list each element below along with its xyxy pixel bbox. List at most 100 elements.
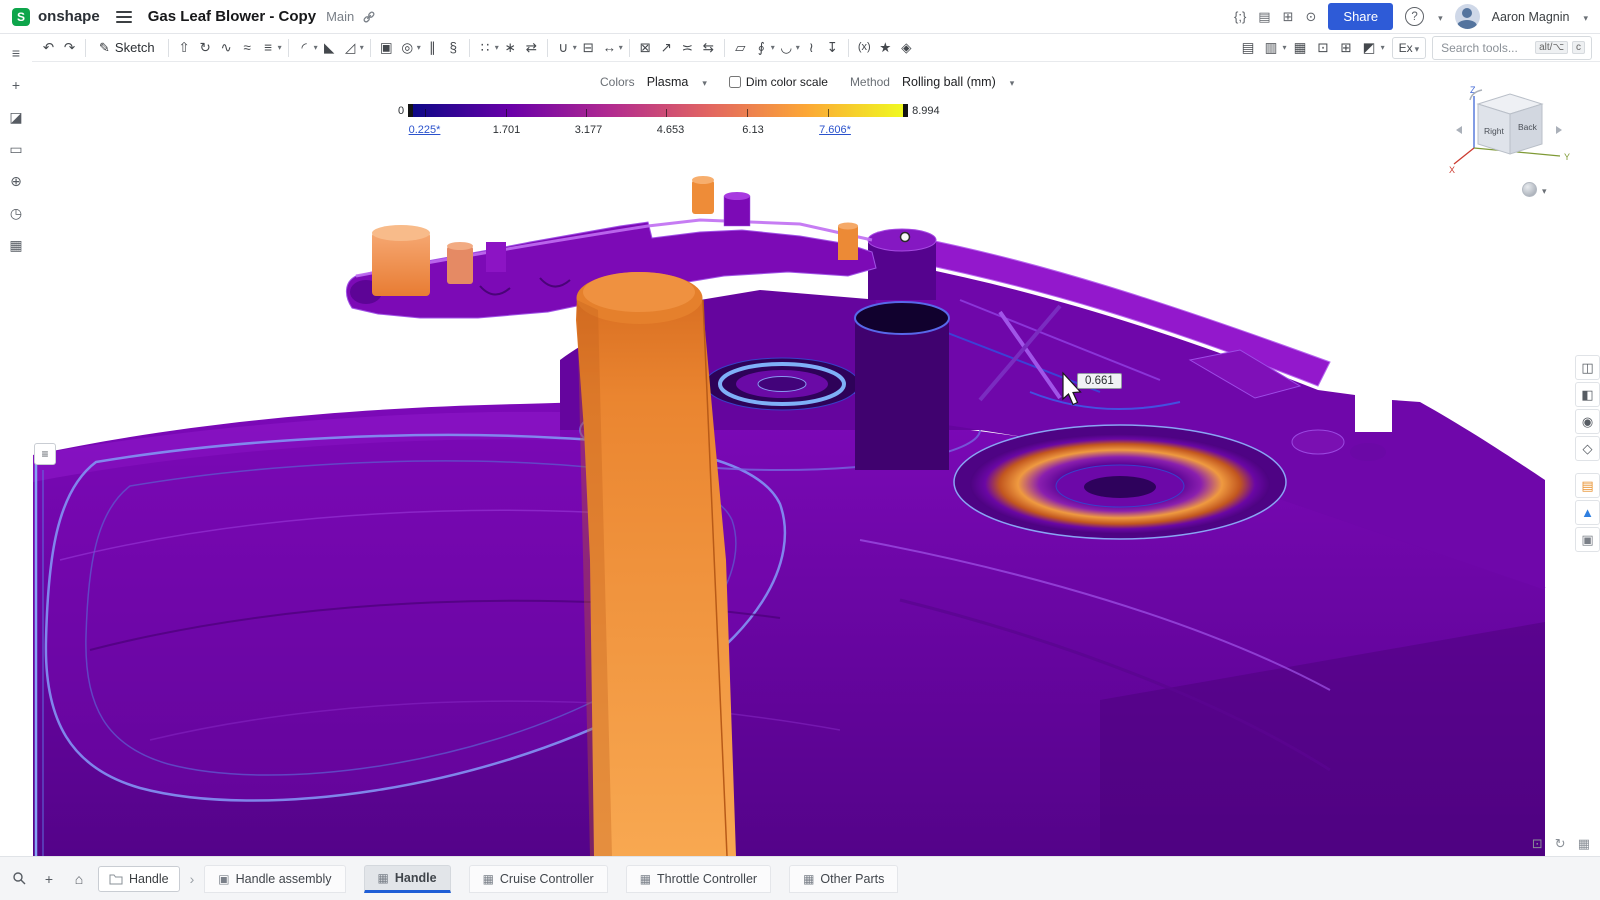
- bom-icon[interactable]: ▦: [1290, 36, 1311, 59]
- delete-part-icon[interactable]: ⊠: [635, 36, 656, 59]
- share-button[interactable]: Share: [1328, 3, 1393, 30]
- replace-face-icon[interactable]: ⇆: [698, 36, 719, 59]
- comments-icon[interactable]: ▭: [5, 139, 27, 159]
- tab-throttle-controller[interactable]: ▦ Throttle Controller: [626, 865, 771, 893]
- split-icon[interactable]: ⊟: [578, 36, 599, 59]
- home-tab-icon[interactable]: ⌂: [68, 868, 90, 890]
- legend-lower-bound-link[interactable]: 0.225*: [409, 124, 441, 136]
- isolate-icon[interactable]: ◉: [1575, 409, 1600, 434]
- measure-icon[interactable]: ◇: [1575, 436, 1600, 461]
- onshape-logo-icon[interactable]: S: [12, 8, 30, 26]
- fillet-icon[interactable]: ◜: [294, 36, 315, 59]
- curvature-analysis-icon[interactable]: ▣: [1575, 527, 1600, 552]
- intersection-curve-icon[interactable]: ≀: [801, 36, 822, 59]
- dropdown-caret-icon[interactable]: [1381, 43, 1385, 52]
- linear-pattern-icon[interactable]: ∷: [475, 36, 496, 59]
- view-cube[interactable]: Z X Y Right Back: [1448, 82, 1588, 185]
- sweep-icon[interactable]: ∿: [216, 36, 237, 59]
- dropdown-caret-icon[interactable]: [796, 43, 800, 52]
- loft-icon[interactable]: ≈: [237, 36, 258, 59]
- draft-analysis-icon[interactable]: ▲: [1575, 500, 1600, 525]
- transform-icon[interactable]: ↔: [599, 36, 620, 59]
- redo-icon[interactable]: ↷: [59, 36, 80, 59]
- spline-icon[interactable]: ◡: [776, 36, 797, 59]
- folder-chip[interactable]: Handle: [98, 866, 180, 892]
- model-3d-scene[interactable]: [32, 62, 1600, 856]
- dropdown-caret-icon[interactable]: [619, 43, 623, 52]
- frame-icon[interactable]: ▥: [1261, 36, 1282, 59]
- boolean-icon[interactable]: ∪: [553, 36, 574, 59]
- section-view-icon[interactable]: ◧: [1575, 382, 1600, 407]
- app-store-icon[interactable]: ⊞: [1283, 10, 1294, 23]
- tab-handle-assembly[interactable]: ▣ Handle assembly: [204, 865, 345, 893]
- add-feature-icon[interactable]: +: [5, 75, 27, 95]
- help-caret-icon[interactable]: [1436, 9, 1443, 24]
- rotate-left-arrow-icon[interactable]: [1456, 126, 1462, 134]
- sync-status-icon[interactable]: ↻: [1555, 836, 1566, 852]
- extrude-icon[interactable]: ⇧: [174, 36, 195, 59]
- revolve-icon[interactable]: ↻: [195, 36, 216, 59]
- variable-icon[interactable]: (x): [854, 36, 875, 59]
- sketch-button[interactable]: ✎ Sketch: [91, 36, 163, 60]
- dropdown-caret-icon[interactable]: [495, 43, 499, 52]
- tab-cruise-controller[interactable]: ▦ Cruise Controller: [469, 865, 608, 893]
- thicken-icon[interactable]: ≡: [258, 36, 279, 59]
- search-tools-box[interactable]: alt/⌥ c: [1432, 36, 1592, 60]
- custom-feature-icon[interactable]: ★: [875, 36, 896, 59]
- undo-icon[interactable]: ↶: [38, 36, 59, 59]
- named-views-icon[interactable]: ⊡: [1313, 36, 1334, 59]
- dropdown-caret-icon[interactable]: [278, 43, 282, 52]
- legend-upper-bound-link[interactable]: 7.606*: [819, 124, 851, 136]
- graphics-viewport[interactable]: Colors Plasma Dim color scale Method Rol…: [32, 62, 1600, 856]
- feature-list-flyout-button[interactable]: ≡: [34, 443, 56, 465]
- rotate-right-arrow-icon[interactable]: [1556, 126, 1562, 134]
- chamfer-icon[interactable]: ◣: [319, 36, 340, 59]
- color-scale-bar[interactable]: [408, 104, 908, 117]
- dropdown-caret-icon[interactable]: [360, 43, 364, 52]
- offset-surface-icon[interactable]: ≍: [677, 36, 698, 59]
- dropdown-caret-icon[interactable]: [1283, 43, 1287, 52]
- view-options-icon[interactable]: ◫: [1575, 355, 1600, 380]
- dropdown-caret-icon[interactable]: [771, 43, 775, 52]
- draft-icon[interactable]: ◿: [340, 36, 361, 59]
- dropdown-caret-icon[interactable]: [314, 43, 318, 52]
- analysis-layers-icon[interactable]: ▤: [1575, 473, 1600, 498]
- hole-icon[interactable]: ◎: [397, 36, 418, 59]
- feature-list-icon[interactable]: ≡: [5, 43, 27, 63]
- thread-icon[interactable]: §: [443, 36, 464, 59]
- move-face-icon[interactable]: ↗: [656, 36, 677, 59]
- insertables-icon[interactable]: ▤: [1258, 10, 1270, 23]
- featurescript-icon[interactable]: {;}: [1234, 10, 1246, 23]
- appearance-icon[interactable]: ◩: [1359, 36, 1380, 59]
- mirror-icon[interactable]: ⇄: [521, 36, 542, 59]
- share-link-icon[interactable]: [362, 10, 376, 24]
- publications-icon[interactable]: ⊕: [5, 171, 27, 191]
- extensions-dropdown[interactable]: Ex: [1392, 37, 1427, 59]
- helix-icon[interactable]: ∮: [751, 36, 772, 59]
- tab-handle[interactable]: ▦ Handle: [364, 865, 451, 893]
- tab-other-parts[interactable]: ▦ Other Parts: [789, 865, 898, 893]
- user-avatar[interactable]: [1455, 4, 1480, 29]
- display-options-icon[interactable]: ⊞: [1336, 36, 1357, 59]
- plane-icon[interactable]: ▱: [730, 36, 751, 59]
- model-screw-boss[interactable]: [705, 358, 859, 410]
- tag-icon[interactable]: ◈: [896, 36, 917, 59]
- render-quality-icon[interactable]: ⊡: [1532, 836, 1543, 852]
- workspace-name[interactable]: Main: [326, 9, 354, 24]
- rib-icon[interactable]: ∥: [422, 36, 443, 59]
- sheet-metal-icon[interactable]: ▤: [1238, 36, 1259, 59]
- language-globe-icon[interactable]: ⊙: [1306, 10, 1317, 23]
- dropdown-caret-icon[interactable]: [573, 43, 577, 52]
- render-mode-button[interactable]: [1522, 182, 1547, 197]
- dim-color-scale-checkbox[interactable]: [729, 76, 741, 88]
- shell-icon[interactable]: ▣: [376, 36, 397, 59]
- circular-pattern-icon[interactable]: ∗: [500, 36, 521, 59]
- new-tab-button[interactable]: +: [38, 868, 60, 890]
- search-tabs-icon[interactable]: [8, 868, 30, 890]
- colorscale-dropdown[interactable]: Plasma: [643, 73, 711, 91]
- main-menu-icon[interactable]: [116, 11, 132, 23]
- dropdown-caret-icon[interactable]: [417, 43, 421, 52]
- grid-toggle-icon[interactable]: ▦: [1578, 836, 1590, 852]
- appearance-panel-icon[interactable]: ◪: [5, 107, 27, 127]
- tables-icon[interactable]: ▦: [5, 235, 27, 255]
